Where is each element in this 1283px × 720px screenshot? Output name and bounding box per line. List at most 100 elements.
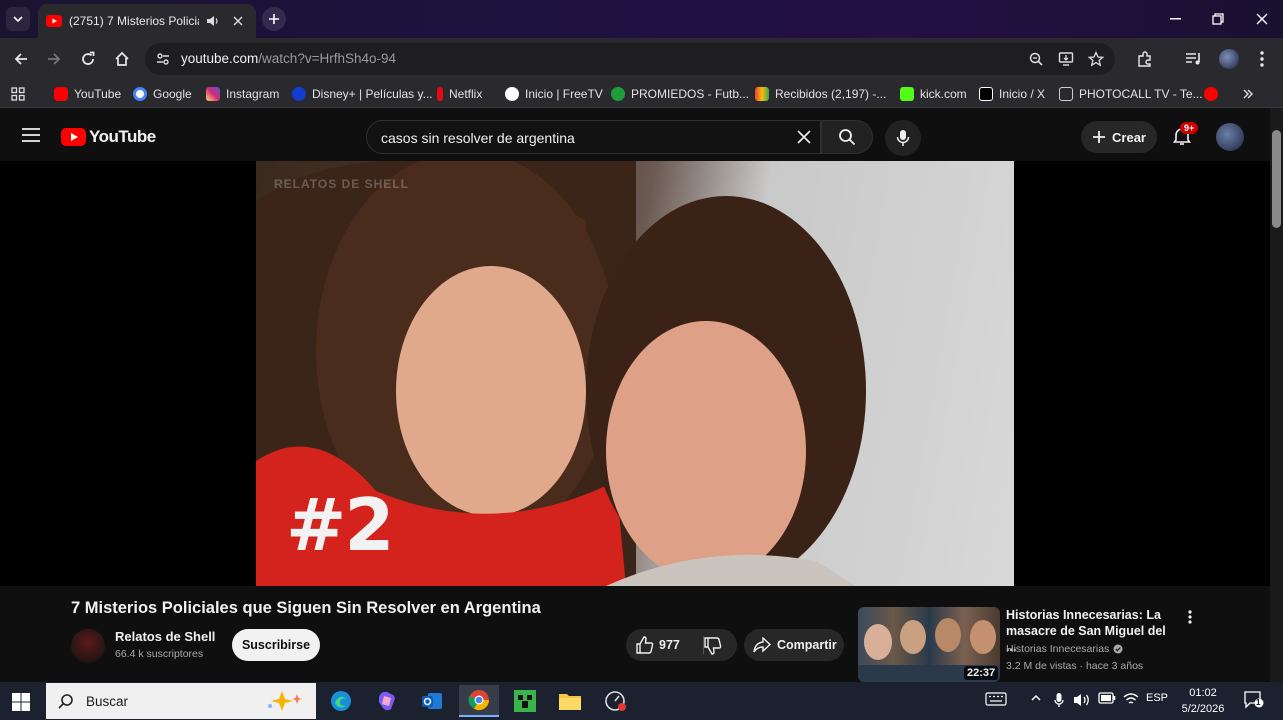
suggested-meta: 3.2 M de vistas · hace 3 años xyxy=(1006,660,1144,672)
new-tab-button[interactable] xyxy=(262,7,286,31)
taskbar-search-placeholder: Buscar xyxy=(86,693,129,709)
close-window-button[interactable] xyxy=(1248,6,1276,32)
profile-avatar[interactable] xyxy=(1217,47,1241,71)
account-avatar[interactable] xyxy=(1216,123,1244,151)
copilot-app[interactable] xyxy=(367,685,407,717)
share-button[interactable]: Compartir xyxy=(744,629,844,661)
taskbar-search[interactable]: Buscar xyxy=(46,683,316,719)
home-button[interactable] xyxy=(110,47,134,71)
bookmark-freetv[interactable]: Inicio | FreeTV xyxy=(505,85,603,103)
promiedos-icon xyxy=(611,87,625,101)
reload-button[interactable] xyxy=(76,47,100,71)
suggested-duration: 22:37 xyxy=(964,666,999,680)
address-bar[interactable]: youtube.com/watch?v=HrfhSh4o-94 xyxy=(145,43,1115,75)
bookmark-label: Instagram xyxy=(226,87,280,101)
like-button[interactable] xyxy=(636,636,654,654)
bookmark-disney[interactable]: Disney+ | Películas y... xyxy=(292,85,433,103)
create-button[interactable]: Crear xyxy=(1081,121,1157,153)
zoom-icon[interactable] xyxy=(1028,51,1044,67)
url-domain: youtube.com xyxy=(181,51,259,66)
chevron-up-icon xyxy=(1031,694,1041,701)
video-player[interactable]: RELATOS DE SHELL #2 xyxy=(0,161,1270,586)
battery-icon[interactable] xyxy=(1098,692,1116,704)
volume-icon[interactable] xyxy=(1073,692,1091,708)
youtube-logo[interactable]: YouTube xyxy=(61,127,156,147)
channel-avatar[interactable] xyxy=(71,629,105,663)
gmail-icon xyxy=(755,87,769,101)
create-label: Crear xyxy=(1112,129,1146,145)
extra-app[interactable] xyxy=(596,685,636,717)
bookmark-x[interactable]: Inicio / X xyxy=(979,85,1045,103)
clear-search-icon[interactable] xyxy=(797,130,811,144)
media-controls-button[interactable] xyxy=(1182,47,1206,71)
hamburger-menu-icon[interactable] xyxy=(22,128,40,142)
suggested-more-icon[interactable] xyxy=(1182,607,1198,627)
more-bookmarks-icon[interactable] xyxy=(1242,85,1254,103)
taskbar-clock[interactable]: 01:02 5/2/2026 xyxy=(1176,685,1230,717)
back-button[interactable] xyxy=(9,47,33,71)
bookmark-netflix[interactable]: Netflix xyxy=(437,85,482,103)
bookmark-instagram[interactable]: Instagram xyxy=(206,85,279,103)
youtube-logo-icon xyxy=(61,128,86,146)
site-info-icon[interactable] xyxy=(155,51,171,67)
windows-start-button[interactable] xyxy=(10,691,32,713)
plus-icon xyxy=(1093,131,1106,143)
install-app-icon[interactable] xyxy=(1058,51,1074,67)
bookmark-youtube-2[interactable] xyxy=(1204,85,1218,103)
extensions-button[interactable] xyxy=(1133,47,1157,71)
page-scrollbar[interactable] xyxy=(1270,108,1283,682)
search-button[interactable] xyxy=(821,120,873,154)
search-query: casos sin resolver de argentina xyxy=(381,130,575,146)
browser-tab-active[interactable]: (2751) 7 Misterios Policiales xyxy=(38,4,256,38)
language-indicator[interactable]: ESP xyxy=(1146,692,1168,704)
bookmark-gmail[interactable]: Recibidos (2,197) -... xyxy=(755,85,886,103)
windows-taskbar: Buscar ESP 01:02 5/2/2026 1 xyxy=(0,682,1283,720)
forward-button[interactable] xyxy=(42,47,66,71)
thumbs-up-icon xyxy=(636,636,654,654)
outlook-app[interactable] xyxy=(412,685,452,717)
file-explorer-app[interactable] xyxy=(550,685,590,717)
wifi-icon[interactable] xyxy=(1123,692,1139,706)
suggested-channel[interactable]: Historias Innecesarias xyxy=(1006,643,1123,655)
chrome-app[interactable] xyxy=(459,685,499,717)
bookmark-label: PHOTOCALL TV - Te... xyxy=(1079,87,1203,101)
edge-app[interactable] xyxy=(321,685,361,717)
bookmark-kick[interactable]: kick.com xyxy=(900,85,967,103)
edge-icon xyxy=(331,691,351,711)
bookmark-youtube[interactable]: YouTube xyxy=(54,85,121,103)
minecraft-app[interactable] xyxy=(505,685,545,717)
restore-button[interactable] xyxy=(1204,6,1232,32)
search-input[interactable]: casos sin resolver de argentina xyxy=(366,120,821,154)
youtube-icon xyxy=(1204,87,1218,101)
video-watermark: RELATOS DE SHELL xyxy=(274,177,409,191)
clock-time: 01:02 xyxy=(1189,687,1217,699)
speaker-icon[interactable] xyxy=(206,15,220,27)
channel-name[interactable]: Relatos de Shell xyxy=(115,629,215,644)
tab-search-button[interactable] xyxy=(6,7,30,31)
keyboard-icon[interactable] xyxy=(985,692,1007,706)
show-hidden-icons[interactable] xyxy=(1030,692,1042,704)
bookmark-promiedos[interactable]: PROMIEDOS - Futb... xyxy=(611,85,749,103)
apps-icon[interactable] xyxy=(11,85,25,103)
voice-search-button[interactable] xyxy=(885,120,921,156)
browser-menu-button[interactable] xyxy=(1250,47,1274,71)
bookmark-google[interactable]: Google xyxy=(133,85,192,103)
share-icon xyxy=(753,637,771,653)
bookmark-star-icon[interactable] xyxy=(1088,51,1104,67)
notification-count: 1 xyxy=(1256,698,1261,707)
like-count: 977 xyxy=(659,638,680,652)
microphone-icon xyxy=(896,130,910,146)
video-frame[interactable]: RELATOS DE SHELL #2 xyxy=(256,161,1014,586)
youtube-header: YouTube casos sin resolver de argentina … xyxy=(0,108,1270,163)
puzzle-icon xyxy=(1138,51,1151,67)
microphone-icon[interactable] xyxy=(1054,692,1064,708)
outlook-icon xyxy=(422,693,442,709)
close-tab-icon[interactable] xyxy=(233,16,243,26)
notification-center-icon[interactable] xyxy=(1244,691,1264,709)
bookmark-photocall[interactable]: PHOTOCALL TV - Te... xyxy=(1059,85,1203,103)
scroll-thumb[interactable] xyxy=(1272,130,1281,228)
youtube-favicon-icon xyxy=(46,15,62,27)
dislike-button[interactable] xyxy=(704,637,722,655)
minimize-button[interactable] xyxy=(1162,6,1190,32)
subscribe-button[interactable]: Suscribirse xyxy=(232,629,320,661)
